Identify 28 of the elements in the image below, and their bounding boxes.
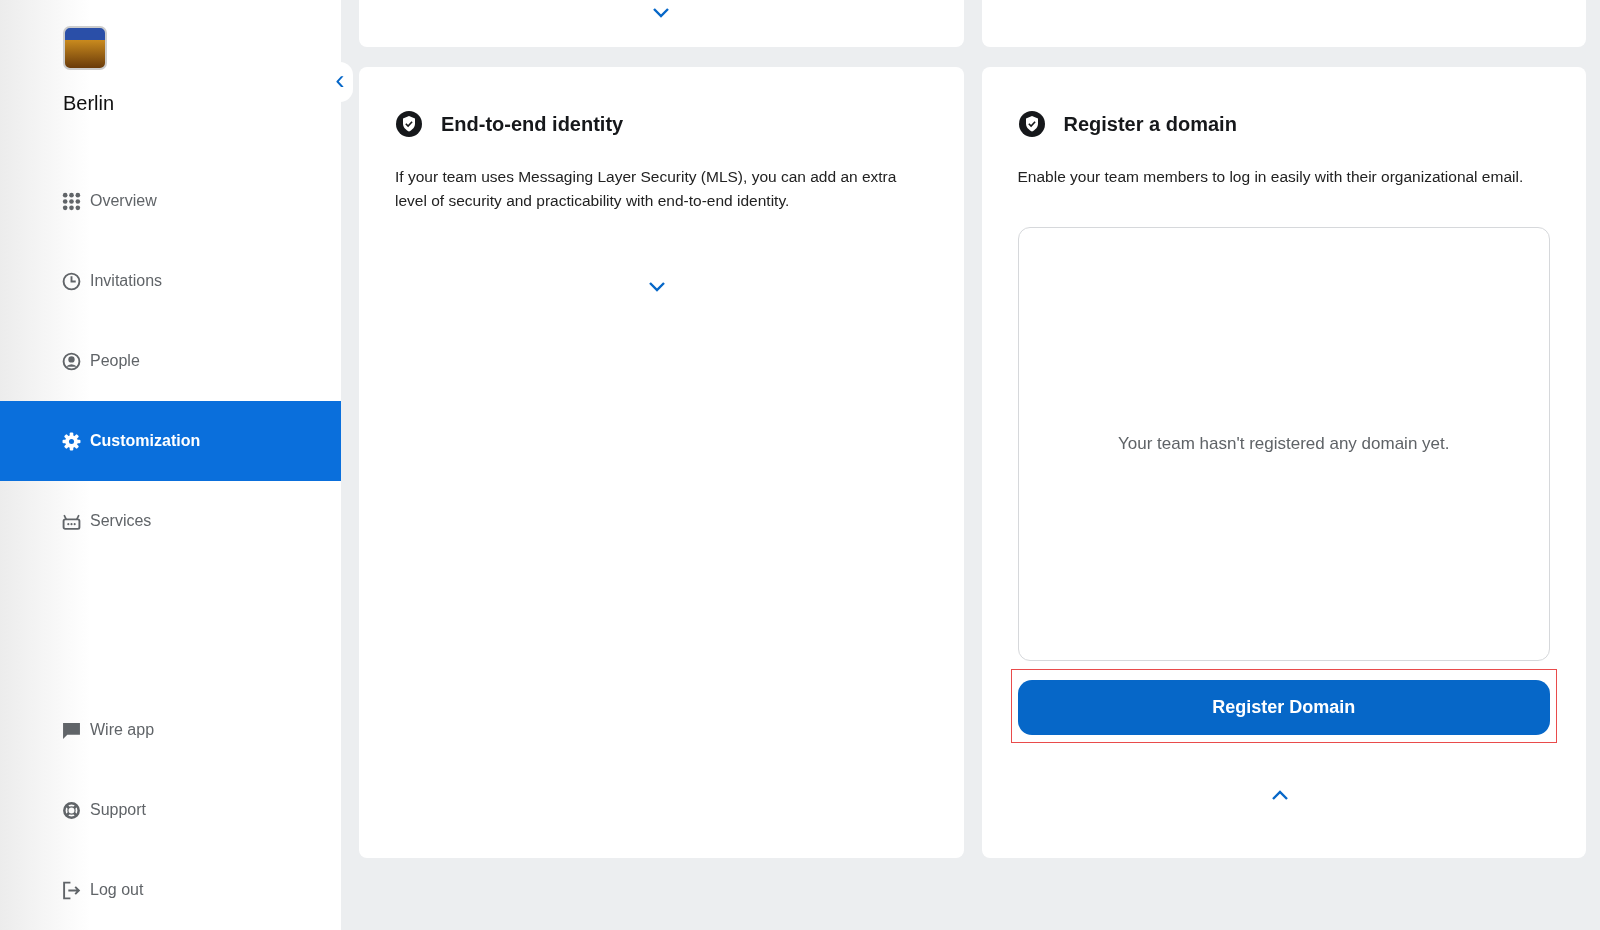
- grid-icon: [62, 191, 81, 211]
- shield-check-icon: [1017, 110, 1046, 138]
- chevron-down-icon: [652, 7, 671, 19]
- sidebar-item[interactable]: Overview: [0, 161, 341, 241]
- team-logo-placeholder: [63, 26, 107, 70]
- sidebar-item[interactable]: Wire app: [0, 690, 341, 770]
- lifebuoy-icon: [62, 800, 81, 820]
- shield-check-icon: [395, 110, 423, 138]
- sidebar-item[interactable]: People: [0, 321, 341, 401]
- logout-icon: [62, 880, 81, 900]
- user-circle-icon: [62, 351, 81, 371]
- chevron-down-icon: [648, 281, 667, 293]
- chevron-up-icon: [1270, 789, 1289, 801]
- clock-icon: [62, 271, 81, 291]
- settings-icon: [62, 431, 81, 451]
- sidebar-item[interactable]: Log out: [0, 850, 341, 930]
- sidebar-item[interactable]: Support: [0, 770, 341, 850]
- sidebar-item[interactable]: Services: [0, 481, 341, 561]
- chat-bubble-icon: [62, 720, 81, 740]
- team-name: Berlin: [63, 92, 116, 115]
- card-title: Register a domain: [1063, 112, 1237, 136]
- card-title: End-to-end identity: [441, 112, 624, 136]
- empty-state-message: Your team hasn't registered any domain yet.: [1118, 434, 1450, 454]
- register-domain-button[interactable]: Register Domain: [1017, 680, 1550, 735]
- sidebar-item[interactable]: Customization: [0, 401, 341, 481]
- card-description: Enable your team members to log in easily with their organizational email.: [1017, 167, 1525, 187]
- sidebar-item[interactable]: Invitations: [0, 241, 341, 321]
- card-description: If your team uses Messaging Layer Security (MLS), you can add an extra level of security and practicability with end-to-end identity.: [395, 167, 898, 211]
